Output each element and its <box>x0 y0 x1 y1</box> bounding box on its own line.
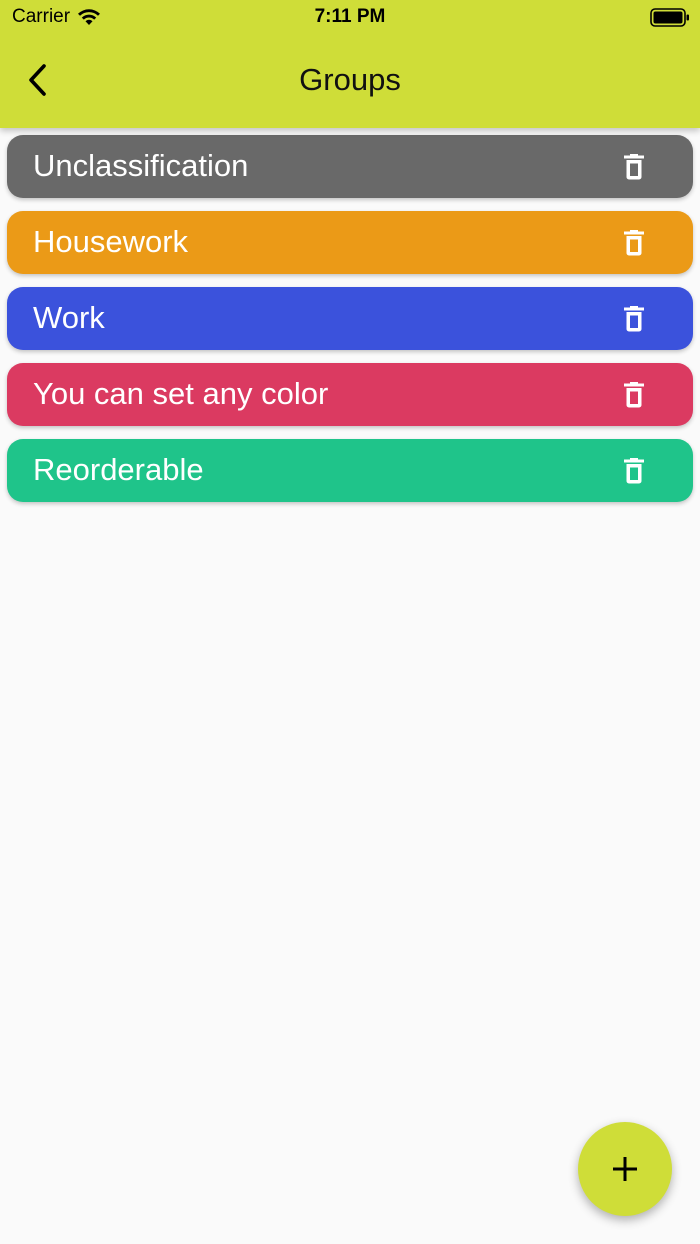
group-item-reorderable[interactable]: Reorderable <box>7 439 693 502</box>
trash-icon <box>624 230 644 256</box>
delete-group-button[interactable] <box>619 152 649 182</box>
delete-group-button[interactable] <box>619 228 649 258</box>
status-time: 7:11 PM <box>314 6 386 27</box>
group-item-unclassification[interactable]: Unclassification <box>7 135 693 198</box>
app-bar: Carrier 7:11 PM Groups <box>0 0 700 128</box>
group-item-work[interactable]: Work <box>7 287 693 350</box>
trash-icon <box>624 306 644 332</box>
group-item-housework[interactable]: Housework <box>7 211 693 274</box>
add-group-button[interactable] <box>578 1122 672 1216</box>
battery-full-icon <box>650 8 689 27</box>
group-list: Unclassification Housework Work You can … <box>7 135 693 515</box>
delete-group-button[interactable] <box>619 304 649 334</box>
group-label: Unclassification <box>33 148 249 183</box>
trash-icon <box>624 382 644 408</box>
group-label: Reorderable <box>33 452 204 487</box>
trash-icon <box>624 154 644 180</box>
group-label: Work <box>33 300 105 335</box>
group-label: Housework <box>33 224 189 259</box>
page-title: Groups <box>299 62 401 97</box>
trash-icon <box>624 458 644 484</box>
delete-group-button[interactable] <box>619 380 649 410</box>
delete-group-button[interactable] <box>619 456 649 486</box>
plus-icon <box>613 1157 637 1181</box>
status-bar: Carrier 7:11 PM <box>0 0 700 36</box>
group-label: You can set any color <box>33 376 329 411</box>
group-item-any-color[interactable]: You can set any color <box>7 363 693 426</box>
